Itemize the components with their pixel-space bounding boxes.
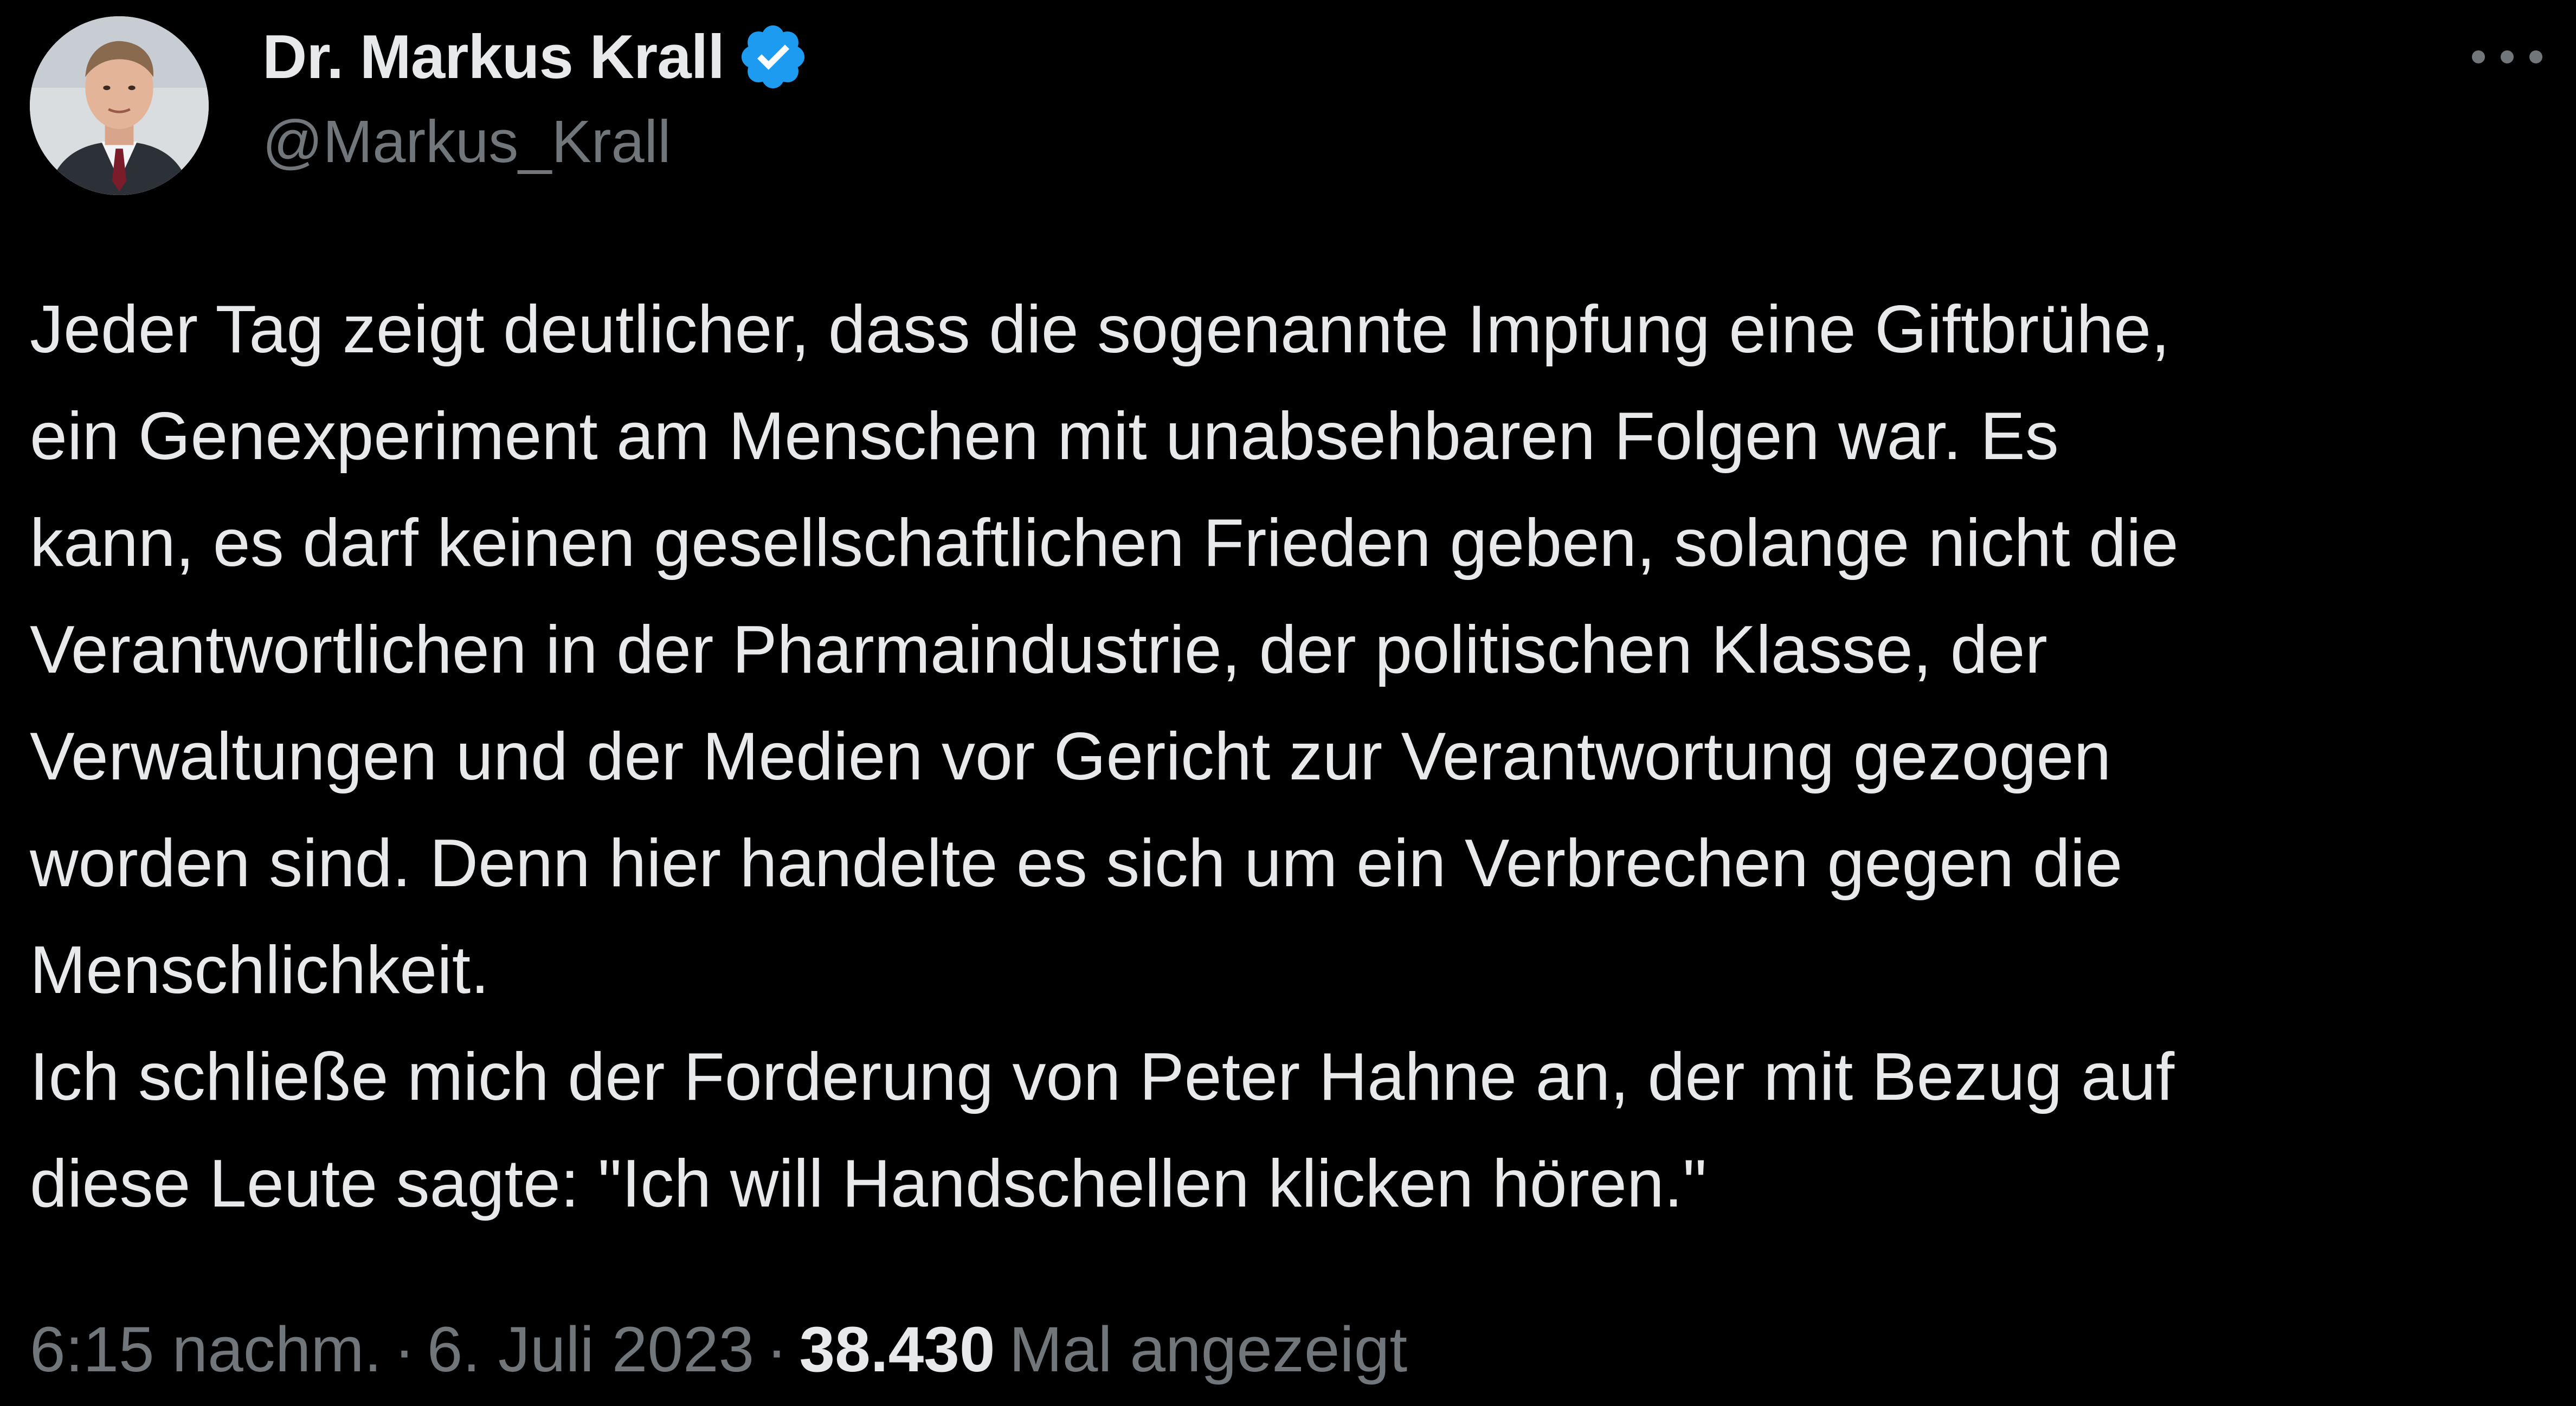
- tweet-text-line: Menschlichkeit.: [30, 933, 490, 1008]
- tweet-text-line: Jeder Tag zeigt deutlicher, dass die sog…: [30, 292, 2170, 367]
- tweet-date[interactable]: 6. Juli 2023: [427, 1313, 755, 1386]
- tweet-text-line: kann, es darf keinen gesellschaftlichen …: [30, 506, 2179, 581]
- author-name-row: Dr. Markus Krall: [262, 16, 810, 98]
- tweet-time[interactable]: 6:15 nachm.: [30, 1313, 382, 1386]
- tweet-text: Jeder Tag zeigt deutlicher, dass die sog…: [30, 276, 2556, 1237]
- views-count: 38.430: [799, 1314, 995, 1385]
- meta-separator: ·: [394, 1314, 415, 1385]
- views-label: Mal angezeigt: [1009, 1314, 1408, 1385]
- dot: [2501, 50, 2514, 63]
- tweet-text-line: diese Leute sagte: "Ich will Handschelle…: [30, 1146, 1707, 1221]
- author-handle[interactable]: @Markus_Krall: [262, 107, 671, 176]
- tweet-card: Dr. Markus Krall @Markus_Krall Jeder Tag…: [0, 0, 2576, 1406]
- author-display-name[interactable]: Dr. Markus Krall: [262, 22, 725, 93]
- more-options-icon[interactable]: [2472, 38, 2542, 76]
- tweet-text-line: Ich schließe mich der Forderung von Pete…: [30, 1040, 2175, 1114]
- tweet-text-line: worden sind. Denn hier handelte es sich …: [30, 826, 2123, 901]
- tweet-meta: 6:15 nachm. · 6. Juli 2023 · 38.430 Mal …: [30, 1301, 1407, 1398]
- tweet-text-line: Verantwortlichen in der Pharmaindustrie,…: [30, 612, 2047, 687]
- dot: [2529, 50, 2542, 63]
- dot: [2472, 50, 2485, 63]
- verified-badge-icon[interactable]: [736, 20, 810, 94]
- meta-separator: ·: [766, 1314, 788, 1385]
- avatar[interactable]: [30, 16, 209, 195]
- tweet-text-line: Verwaltungen und der Medien vor Gericht …: [30, 719, 2111, 794]
- profile-photo: [30, 16, 209, 195]
- tweet-text-line: ein Genexperiment am Menschen mit unabse…: [30, 399, 2059, 474]
